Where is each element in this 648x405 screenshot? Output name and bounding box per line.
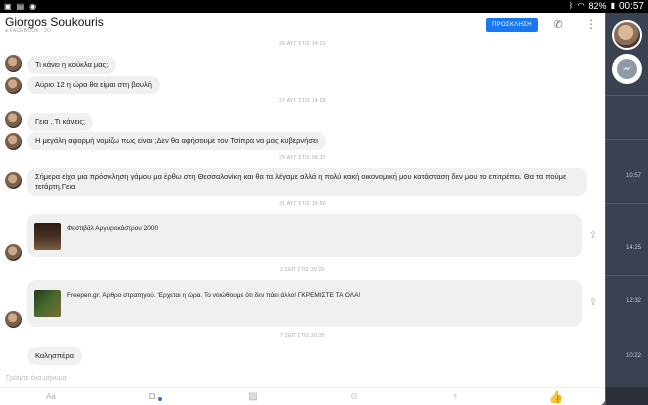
- divider: [606, 95, 648, 96]
- timestamp: 3 ΣΕΠ ΣΤΙΣ 20:26: [280, 267, 325, 273]
- chat-head-avatar[interactable]: [612, 20, 642, 50]
- avatar[interactable]: [5, 244, 22, 261]
- emoji-icon[interactable]: ☺: [345, 390, 363, 404]
- link-thumbnail: [34, 290, 61, 317]
- chat-window: Giorgos Soukouris ● FACEBOOK · 2Ο ΠΡΟΣΚΛ…: [0, 13, 605, 405]
- timestamp: 29 ΑΥΓ ΣΤΙΣ 08:37: [279, 155, 326, 161]
- avatar[interactable]: [5, 311, 22, 328]
- link-thumbnail: [34, 223, 61, 250]
- message-bubble[interactable]: Αύριο 12 η ώρα θα είμαι στη βουλή: [27, 76, 160, 94]
- timestamp: 27 ΑΥΓ ΣΤΙΣ 14:09: [279, 98, 326, 104]
- battery-icon: ▮: [610, 1, 615, 10]
- avatar[interactable]: [5, 55, 22, 72]
- divider: [606, 203, 648, 204]
- clock: 00:57: [618, 0, 644, 12]
- avatar[interactable]: [5, 77, 22, 94]
- divider: [606, 275, 648, 276]
- timestamp: 26 ΑΥΓ ΣΤΙΣ 14:23: [279, 41, 326, 47]
- share-icon[interactable]: ⇪: [588, 230, 598, 242]
- background-time: 14:25: [626, 245, 642, 251]
- messenger-icon: [617, 59, 637, 79]
- status-bar: ▣ ▤ ◉ ᛒ ◠ 82% ▮ 00:57: [0, 0, 648, 13]
- background-bottom-bar: [606, 387, 648, 405]
- text-format-button[interactable]: Aa: [42, 390, 60, 404]
- notification-icon: ▣: [4, 2, 12, 11]
- messenger-icon: ◉: [29, 2, 37, 11]
- link-title[interactable]: Freepen.gr: Άρθρο στρατηγού. 'Ερχεται η …: [67, 292, 360, 299]
- chat-header: Giorgos Soukouris ● FACEBOOK · 2Ο ΠΡΟΣΚΛ…: [0, 13, 605, 38]
- message-bubble[interactable]: Τι κάνει η κούκλα μας;: [27, 56, 117, 74]
- bluetooth-icon: ᛒ: [568, 1, 574, 10]
- phone-icon[interactable]: ✆: [551, 18, 565, 32]
- more-options-icon[interactable]: ⋮: [585, 17, 597, 33]
- avatar[interactable]: [5, 172, 22, 189]
- active-indicator: [158, 397, 162, 401]
- background-time: 10:57: [626, 173, 642, 179]
- timestamp: 31 ΑΥΓ ΣΤΙΣ 19:50: [279, 201, 326, 207]
- battery-percent: 82%: [588, 1, 607, 11]
- message-bubble[interactable]: Καλησπέρα: [27, 347, 82, 365]
- avatar[interactable]: [5, 111, 22, 128]
- message-bubble[interactable]: Γεια . Τι κάνεις;: [27, 113, 94, 131]
- gallery-icon: ▤: [16, 2, 25, 11]
- background-time: 10:22: [626, 353, 642, 359]
- timestamp: 7 ΣΕΠ ΣΤΙΣ 20:35: [280, 333, 325, 339]
- thumbs-up-icon[interactable]: 👍: [547, 390, 565, 404]
- background-time: 12:32: [626, 298, 642, 304]
- avatar[interactable]: [5, 133, 22, 150]
- link-card[interactable]: Φεστιβάλ Αργυροκάστρου 2000: [27, 214, 582, 257]
- contact-subtitle: ● FACEBOOK · 2Ο: [5, 28, 52, 34]
- composer-toolbar: Aa ◘ ▨ ☺ ♁ 👍: [0, 387, 605, 405]
- wifi-icon: ◠: [577, 1, 585, 10]
- message-bubble[interactable]: Η μεγάλη αφορμή νομίζω πως είναι ;Δεν θα…: [27, 132, 326, 150]
- microphone-icon[interactable]: ♁: [446, 390, 464, 404]
- invite-button[interactable]: ΠΡΟΣΚΛΗΣΗ: [486, 18, 538, 32]
- contact-name[interactable]: Giorgos Soukouris: [5, 15, 104, 29]
- link-title[interactable]: Φεστιβάλ Αργυροκάστρου 2000: [67, 225, 158, 232]
- divider: [606, 139, 648, 140]
- share-icon[interactable]: ⇪: [588, 297, 598, 309]
- image-icon[interactable]: ▨: [244, 390, 262, 404]
- messenger-chat-head[interactable]: [612, 54, 642, 84]
- message-bubble[interactable]: Σήμερα είχα μια πρόσκληση γάμου μα έρθω …: [27, 168, 587, 196]
- link-card[interactable]: Freepen.gr: Άρθρο στρατηγού. 'Ερχεται η …: [27, 280, 582, 327]
- message-input[interactable]: Γράψτε ένα μήνυμα: [6, 375, 596, 387]
